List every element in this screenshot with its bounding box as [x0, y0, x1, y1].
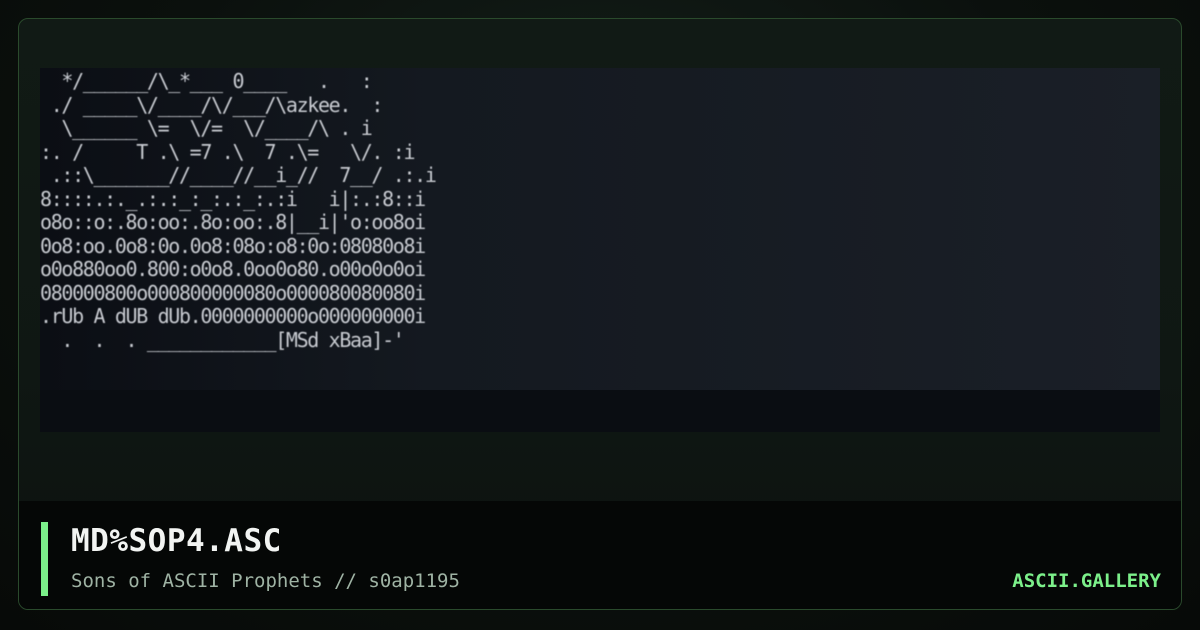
preview-fade — [40, 390, 1160, 432]
artwork-title: MD%SOP4.ASC — [71, 523, 282, 559]
accent-bar — [41, 522, 48, 596]
card: */______/\_*___ 0____ . : ./ _____\/____… — [18, 18, 1182, 610]
artwork-credit: Sons of ASCII Prophets // s0ap1195 — [71, 570, 460, 592]
ascii-art-text: */______/\_*___ 0____ . : ./ _____\/____… — [40, 69, 437, 352]
site-link[interactable]: ASCII.GALLERY — [1012, 570, 1161, 592]
ascii-art-preview[interactable]: */______/\_*___ 0____ . : ./ _____\/____… — [40, 68, 1160, 432]
footer: MD%SOP4.ASC Sons of ASCII Prophets // s0… — [19, 501, 1181, 609]
